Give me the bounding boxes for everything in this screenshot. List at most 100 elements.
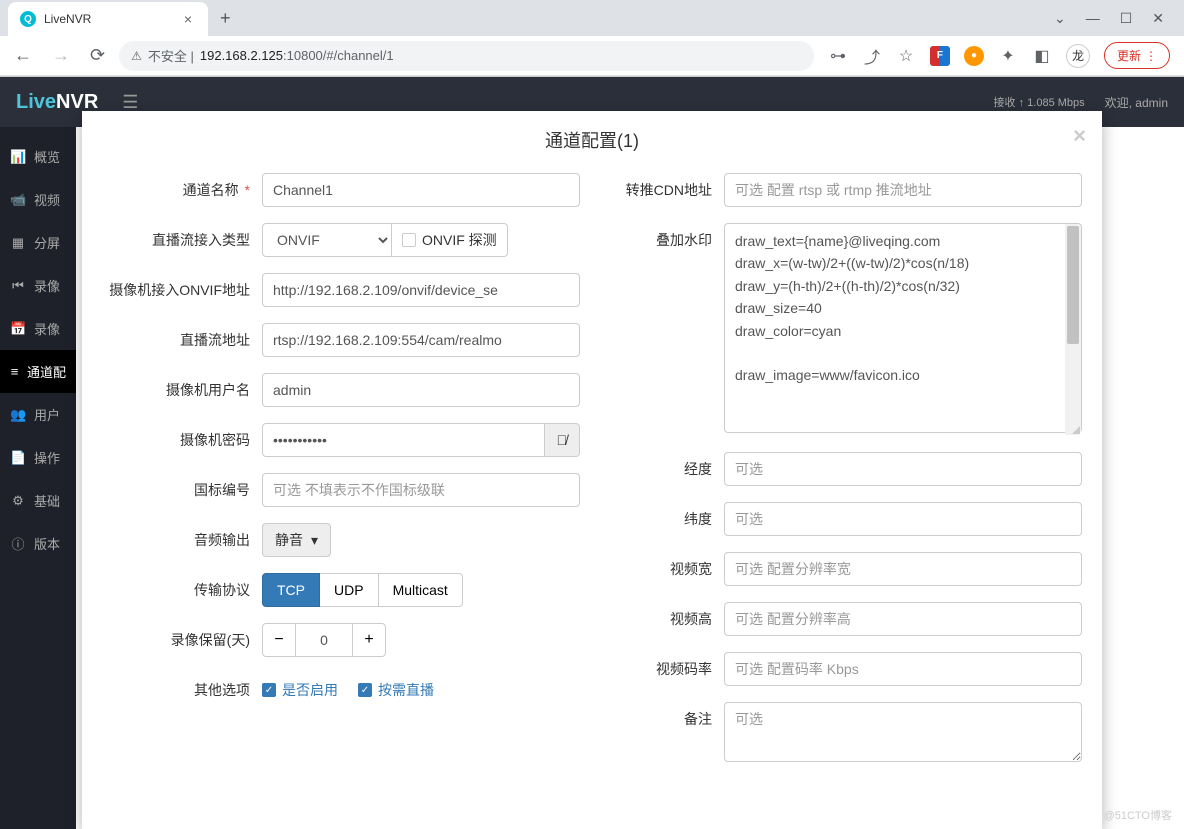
audio-out-dropdown[interactable]: 静音 ▾ [262,523,331,557]
insecure-label: 不安全 | [148,46,194,65]
menu-dots-icon: ⋮ [1145,49,1157,63]
video-h-input[interactable] [724,602,1082,636]
minimize-icon[interactable]: — [1086,10,1100,27]
channel-config-modal: 通道配置(1) × 通道名称 * 直播流接入类型 [82,111,1102,829]
close-window-icon[interactable]: ✕ [1152,10,1164,27]
textarea-scrollbar[interactable] [1065,224,1081,435]
record-keep-label: 录像保留(天) [102,623,262,657]
eye-slash-icon: 👁̸ [557,432,568,448]
checkbox-icon [402,233,416,247]
onvif-url-label: 摄像机接入ONVIF地址 [102,273,262,307]
gb-id-label: 国标编号 [102,473,262,507]
toolbar-icons: ⊶ ⤴ ☆ F ● ✦ ◧ 龙 更新 ⋮ [822,42,1176,69]
tab-close-icon[interactable]: × [180,11,196,27]
protocol-button-group: TCP UDP Multicast [262,573,463,607]
username-input[interactable] [262,373,580,407]
page-watermark: @51CTO博客 [1104,807,1172,823]
welcome-text: 欢迎, admin [1105,94,1168,111]
stream-type-select[interactable]: ONVIF [262,223,392,257]
cdn-input[interactable] [724,173,1082,207]
watermark-label: 叠加水印 [604,223,724,257]
back-button[interactable]: ← [8,41,38,70]
protocol-tcp-button[interactable]: TCP [262,573,320,607]
toggle-password-button[interactable]: 👁̸ [545,423,581,457]
protocol-label: 传输协议 [102,573,262,607]
video-h-label: 视频高 [604,602,724,636]
bitrate-label: 视频码率 [604,652,724,686]
browser-toolbar: ← → ⟳ ⚠ 不安全 | 192.168.2.125:10800/#/chan… [0,36,1184,76]
resize-handle-icon[interactable] [1070,424,1080,434]
profile-badge[interactable]: 龙 [1066,44,1090,68]
stream-url-label: 直播流地址 [102,323,262,357]
video-w-label: 视频宽 [604,552,724,586]
header-right: 接收 ↑ 1.085 Mbps 欢迎, admin [994,94,1168,111]
modal-title: 通道配置(1) [545,131,639,151]
reload-button[interactable]: ⟳ [84,41,111,70]
favicon: Q [20,11,36,27]
other-options-label: 其他选项 [102,673,262,707]
video-w-input[interactable] [724,552,1082,586]
onvif-url-input[interactable] [262,273,580,307]
warning-icon: ⚠ [131,49,142,63]
extension-orange-icon[interactable]: ● [964,46,984,66]
lng-input[interactable] [724,452,1082,486]
close-icon[interactable]: × [1073,123,1086,149]
network-stats: 接收 ↑ 1.085 Mbps [994,94,1085,110]
record-keep-input[interactable] [296,623,352,657]
form-left-column: 通道名称 * 直播流接入类型 ONVIF ONVIF 探测 [102,173,580,778]
forward-button[interactable]: → [46,41,76,70]
new-tab-button[interactable]: + [208,8,243,29]
caret-down-icon: ▾ [311,532,318,549]
channel-name-label: 通道名称 * [102,173,262,207]
scrollbar-thumb[interactable] [1067,226,1079,344]
update-button[interactable]: 更新 ⋮ [1104,42,1170,69]
increment-button[interactable]: + [352,623,386,657]
extensions-icon[interactable]: ✦ [998,46,1018,66]
channel-name-input[interactable] [262,173,580,207]
key-icon[interactable]: ⊶ [828,46,848,66]
record-keep-stepper: − + [262,623,386,657]
stream-url-input[interactable] [262,323,580,357]
browser-tab[interactable]: Q LiveNVR × [8,2,208,36]
check-icon: ✓ [358,683,372,697]
url-text: 192.168.2.125:10800/#/channel/1 [200,48,394,63]
dropdown-icon[interactable]: ⌄ [1054,10,1066,27]
share-icon[interactable]: ⤴ [862,46,882,66]
ondemand-checkbox[interactable]: ✓ 按需直播 [358,680,434,700]
decrement-button[interactable]: − [262,623,296,657]
password-input[interactable] [262,423,545,457]
password-label: 摄像机密码 [102,423,262,457]
modal-body: 通道名称 * 直播流接入类型 ONVIF ONVIF 探测 [82,165,1102,798]
enable-checkbox[interactable]: ✓ 是否启用 [262,680,338,700]
modal-overlay: 通道配置(1) × 通道名称 * 直播流接入类型 [0,127,1184,829]
browser-chrome: Q LiveNVR × + ⌄ — ☐ ✕ ← → ⟳ ⚠ 不安全 | 192.… [0,0,1184,77]
audio-out-label: 音频输出 [102,523,262,557]
menu-toggle-icon[interactable]: ☰ [122,92,138,113]
window-controls: ⌄ — ☐ ✕ [1042,10,1176,27]
bitrate-input[interactable] [724,652,1082,686]
app-body: 📊概览 📹视频 ▦分屏 ⏮录像 📅录像 ≡通道配 👥用户 📄操作 ⚙基础 ⓘ版本… [0,127,1184,829]
check-icon: ✓ [262,683,276,697]
watermark-textarea[interactable]: draw_text={name}@liveqing.com draw_x=(w-… [724,223,1082,433]
lat-input[interactable] [724,502,1082,536]
tab-title: LiveNVR [44,12,180,26]
form-right-column: 转推CDN地址 叠加水印 draw_text={name}@liveqing.c… [604,173,1082,778]
extension-fb-icon[interactable]: F [930,46,950,66]
onvif-probe-toggle[interactable]: ONVIF 探测 [392,223,508,257]
protocol-multicast-button[interactable]: Multicast [379,573,463,607]
lng-label: 经度 [604,452,724,486]
maximize-icon[interactable]: ☐ [1120,10,1133,27]
gb-id-input[interactable] [262,473,580,507]
remark-textarea[interactable] [724,702,1082,762]
url-bar[interactable]: ⚠ 不安全 | 192.168.2.125:10800/#/channel/1 [119,41,814,71]
modal-header: 通道配置(1) × [82,111,1102,165]
lat-label: 纬度 [604,502,724,536]
cdn-label: 转推CDN地址 [604,173,724,207]
bookmark-icon[interactable]: ☆ [896,46,916,66]
remark-label: 备注 [604,702,724,736]
tab-bar: Q LiveNVR × + ⌄ — ☐ ✕ [0,0,1184,36]
panel-icon[interactable]: ◧ [1032,46,1052,66]
username-label: 摄像机用户名 [102,373,262,407]
protocol-udp-button[interactable]: UDP [320,573,379,607]
stream-type-label: 直播流接入类型 [102,223,262,257]
